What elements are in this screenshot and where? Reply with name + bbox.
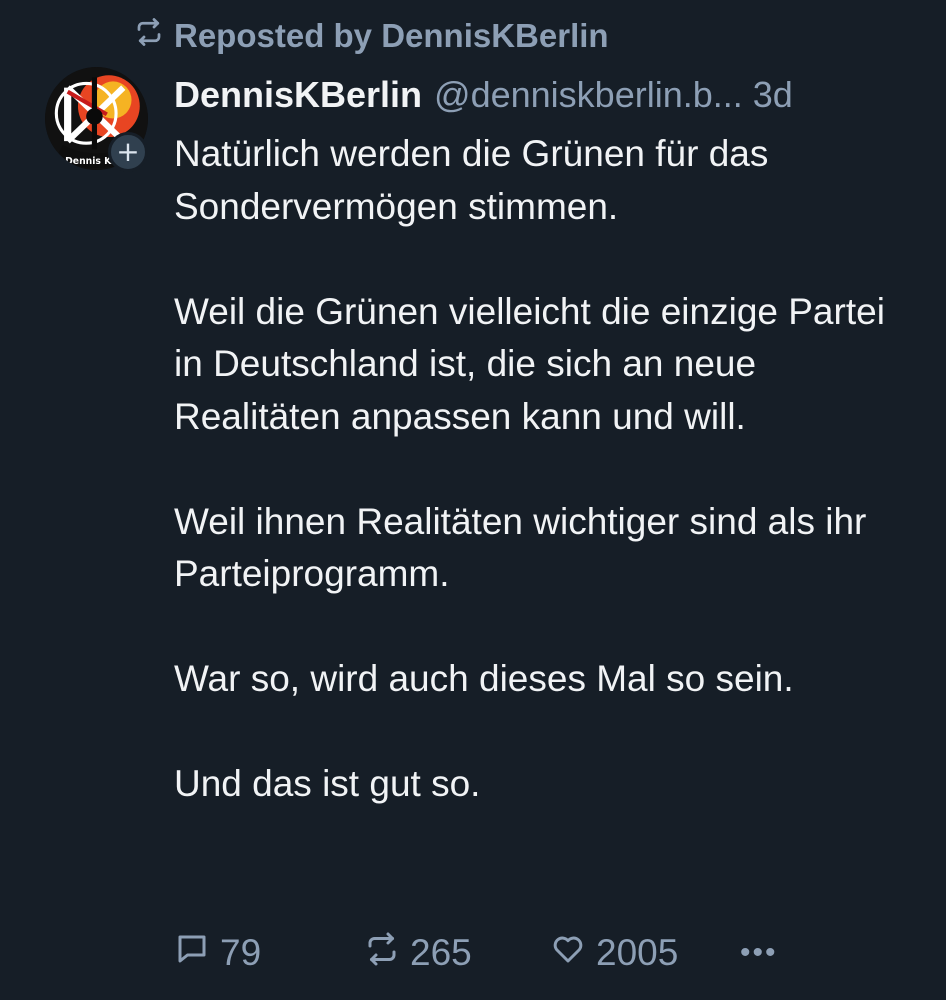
action-bar: 79 265 2005 ••• [174, 928, 778, 978]
reply-icon [174, 931, 210, 976]
author-line: DennisKBerlin @denniskberlin.b... 3d [174, 70, 914, 120]
timestamp[interactable]: 3d [753, 74, 793, 116]
repost-count: 265 [410, 932, 472, 973]
post-paragraph: Weil die Grünen vielleicht die einzige P… [174, 290, 885, 437]
reposted-by-label: Reposted by DennisKBerlin [174, 17, 609, 54]
reposted-by-line[interactable]: Reposted by DennisKBerlin [134, 14, 609, 58]
like-count: 2005 [596, 932, 679, 973]
post-paragraph: Weil ihnen Realitäten wichtiger sind als… [174, 500, 867, 595]
more-options-button[interactable]: ••• [740, 936, 778, 970]
plus-icon: + [116, 135, 140, 168]
post-paragraph: Natürlich werden die Grünen für das Sond… [174, 133, 769, 227]
reply-button[interactable]: 79 [174, 931, 364, 976]
handle[interactable]: @denniskberlin.b... [434, 74, 743, 116]
repost-icon [134, 17, 164, 55]
repost-icon [364, 931, 400, 976]
repost-button[interactable]: 265 [364, 931, 550, 976]
follow-button[interactable]: + [108, 132, 148, 172]
post-paragraph: Und das ist gut so. [174, 763, 481, 804]
display-name[interactable]: DennisKBerlin [174, 74, 422, 116]
post-paragraph: War so, wird auch dieses Mal so sein. [174, 658, 794, 699]
more-icon: ••• [740, 936, 778, 969]
reply-count: 79 [220, 932, 262, 973]
like-button[interactable]: 2005 [550, 931, 740, 976]
post-text: Natürlich werden die Grünen für das Sond… [174, 128, 914, 811]
heart-icon [550, 931, 586, 976]
